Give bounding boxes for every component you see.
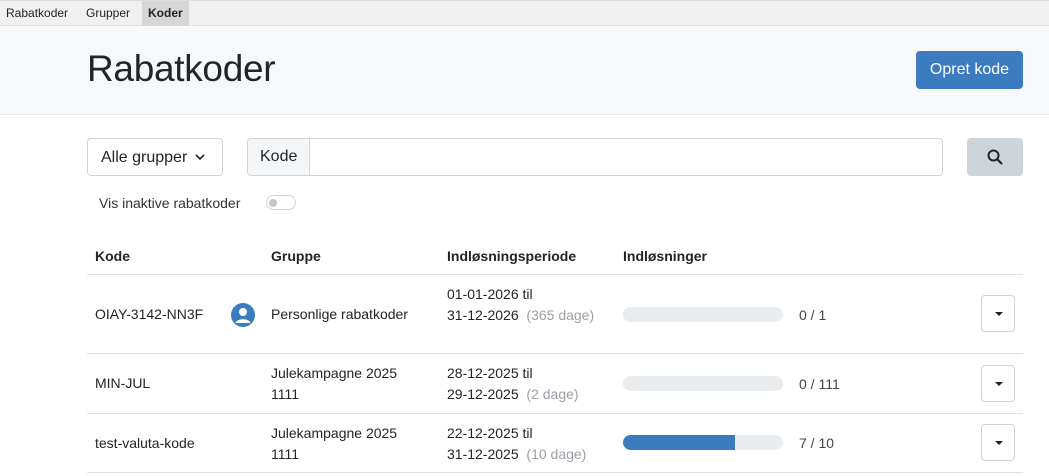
progress-fill bbox=[623, 435, 735, 450]
row-divider bbox=[87, 472, 1023, 473]
caret-down-icon bbox=[995, 441, 1003, 445]
row-group: Personlige rabatkoder bbox=[271, 306, 408, 322]
group-id: 1111 bbox=[271, 386, 300, 402]
redemption-progress bbox=[623, 307, 783, 322]
column-header-group: Gruppe bbox=[271, 248, 321, 264]
period-end: 31-12-2026 bbox=[447, 307, 519, 323]
tab-koder[interactable]: Koder bbox=[142, 1, 189, 26]
row-actions-button[interactable] bbox=[981, 295, 1015, 332]
row-period: 28-12-2025 til 29-12-2025 (2 dage) bbox=[447, 363, 617, 405]
tab-rabatkoder[interactable]: Rabatkoder bbox=[0, 1, 74, 26]
toggle-knob bbox=[269, 199, 277, 207]
search-icon bbox=[987, 149, 1003, 165]
row-actions-button[interactable] bbox=[981, 424, 1015, 461]
page-title: Rabatkoder bbox=[87, 48, 276, 89]
caret-down-icon bbox=[995, 382, 1003, 386]
top-nav: Rabatkoder Grupper Koder bbox=[0, 0, 1049, 26]
search-button[interactable] bbox=[967, 138, 1023, 176]
redemption-progress bbox=[623, 435, 783, 450]
code-search-addon: Kode bbox=[248, 139, 310, 175]
period-end: 31-12-2025 bbox=[447, 446, 519, 462]
period-days: (365 dage) bbox=[526, 307, 595, 323]
redemption-progress bbox=[623, 376, 783, 391]
period-end: 29-12-2025 bbox=[447, 386, 519, 402]
group-select-value: Alle grupper bbox=[101, 149, 187, 166]
row-actions-button[interactable] bbox=[981, 365, 1015, 402]
column-header-redemptions: Indløsninger bbox=[623, 248, 707, 264]
code-search-group: Kode bbox=[247, 138, 943, 176]
redemption-count: 0 / 111 bbox=[799, 376, 840, 392]
row-code: MIN-JUL bbox=[95, 375, 151, 391]
inactive-toggle[interactable] bbox=[266, 195, 296, 210]
inactive-toggle-label: Vis inaktive rabatkoder bbox=[99, 195, 241, 211]
create-code-button[interactable]: Opret kode bbox=[916, 51, 1023, 89]
row-code: test-valuta-kode bbox=[95, 435, 195, 451]
header-divider bbox=[87, 274, 1023, 275]
tab-grupper[interactable]: Grupper bbox=[80, 1, 136, 26]
period-range: 22-12-2025 til bbox=[447, 425, 533, 441]
person-icon bbox=[231, 303, 255, 327]
code-search-input[interactable] bbox=[311, 139, 941, 175]
row-group: Julekampagne 2025 1111 bbox=[271, 423, 431, 465]
row-period: 22-12-2025 til 31-12-2025 (10 dage) bbox=[447, 423, 617, 465]
column-header-period: Indløsningsperiode bbox=[447, 248, 577, 264]
group-name: Julekampagne 2025 bbox=[271, 365, 398, 381]
column-header-code: Kode bbox=[95, 248, 130, 264]
redemption-count: 0 / 1 bbox=[799, 307, 827, 323]
period-days: (2 dage) bbox=[526, 386, 579, 402]
row-divider bbox=[87, 413, 1023, 414]
period-range: 01-01-2026 til bbox=[447, 286, 533, 302]
page-header: Rabatkoder Opret kode bbox=[0, 26, 1049, 115]
redemption-count: 7 / 10 bbox=[799, 435, 835, 451]
row-code: OIAY-3142-NN3F bbox=[95, 306, 204, 322]
period-range: 28-12-2025 til bbox=[447, 365, 533, 381]
row-group: Julekampagne 2025 1111 bbox=[271, 363, 431, 405]
group-select[interactable]: Alle grupper bbox=[87, 138, 223, 176]
caret-down-icon bbox=[995, 312, 1003, 316]
group-name: Julekampagne 2025 bbox=[271, 425, 398, 441]
period-days: (10 dage) bbox=[526, 446, 587, 462]
row-period: 01-01-2026 til 31-12-2026 (365 dage) bbox=[447, 284, 607, 326]
group-id: 1111 bbox=[271, 446, 300, 462]
row-divider bbox=[87, 353, 1023, 354]
chevron-down-icon bbox=[195, 154, 205, 161]
